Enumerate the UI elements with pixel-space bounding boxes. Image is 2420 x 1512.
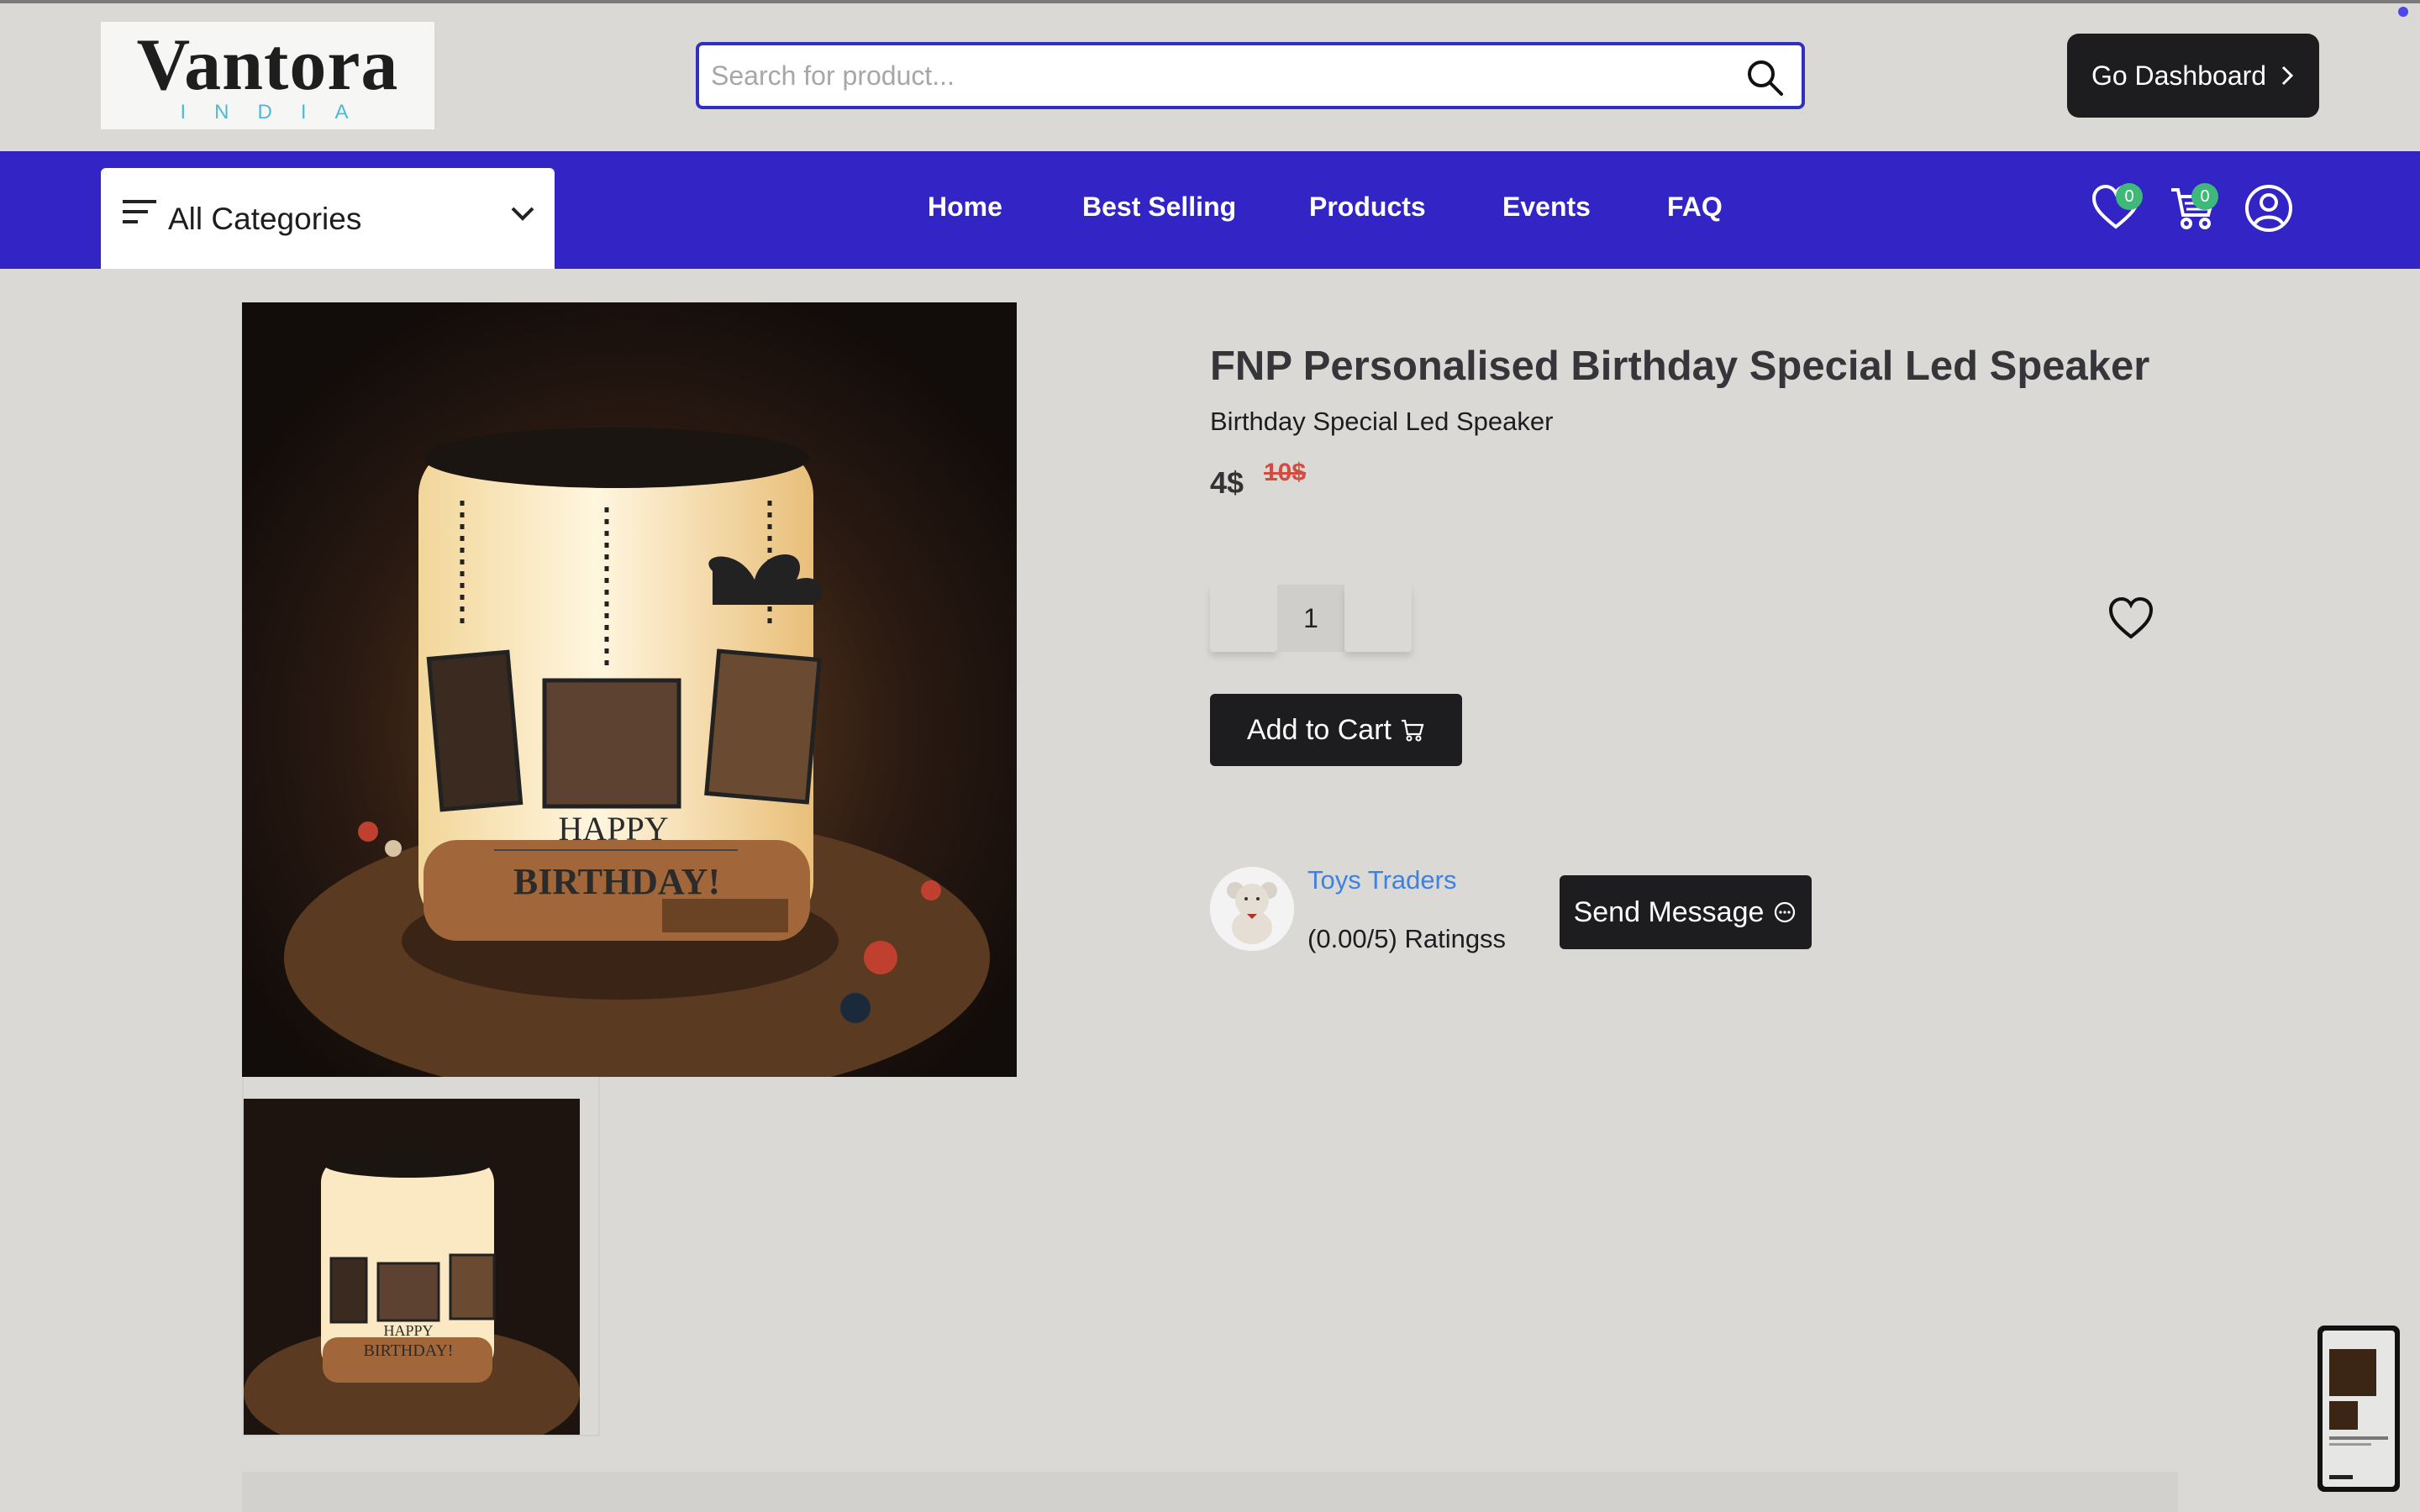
thumbnail-text-birthday: BIRTHDAY!	[364, 1341, 454, 1360]
product-title: FNP Personalised Birthday Special Led Sp…	[1210, 344, 2150, 389]
product-main-image: HAPPY BIRTHDAY!	[242, 302, 1017, 1077]
minimap-image	[2329, 1349, 2376, 1396]
product-image-text-happy: HAPPY	[558, 810, 668, 848]
led-speaker-illustration: HAPPY BIRTHDAY!	[242, 302, 1017, 1077]
send-message-button[interactable]: Send Message	[1560, 875, 1812, 949]
product-thumbnail[interactable]: HAPPY BIRTHDAY!	[244, 1099, 580, 1435]
product-original-price: 10$	[1264, 459, 1307, 486]
quantity-value: 1	[1277, 585, 1344, 652]
browser-top-line	[0, 0, 2420, 3]
send-message-label: Send Message	[1573, 895, 1765, 928]
minimap-thumbnail	[2329, 1401, 2358, 1430]
sort-menu-icon	[123, 200, 156, 223]
product-image-text-birthday: BIRTHDAY!	[513, 861, 720, 902]
cart-count-badge: 0	[2191, 183, 2218, 210]
search-input[interactable]	[711, 45, 1719, 106]
go-dashboard-label: Go Dashboard	[2091, 60, 2267, 91]
seller-avatar[interactable]	[1210, 867, 1294, 951]
nav-link-best-selling[interactable]: Best Selling	[1082, 192, 1236, 223]
seller-ratings: (0.00/5) Ratingss	[1307, 924, 1507, 953]
chat-bubble-icon	[1775, 901, 1796, 923]
go-dashboard-button[interactable]: Go Dashboard	[2067, 34, 2319, 118]
quantity-decrement-button[interactable]	[1210, 585, 1277, 652]
page-minimap-preview[interactable]	[2317, 1326, 2400, 1492]
cart-small-icon	[1401, 719, 1424, 742]
led-speaker-thumbnail-illustration: HAPPY BIRTHDAY!	[244, 1099, 580, 1435]
nav-link-home[interactable]: Home	[928, 192, 1002, 223]
search-bar	[696, 42, 1805, 109]
minimap-title-line	[2329, 1436, 2388, 1440]
seller-shop-link[interactable]: Toys Traders	[1307, 865, 1456, 895]
add-to-cart-button[interactable]: Add to Cart	[1210, 694, 1462, 766]
user-account-icon[interactable]	[2244, 183, 2294, 234]
add-to-wishlist-heart-icon[interactable]	[2107, 595, 2154, 642]
nav-link-products[interactable]: Products	[1309, 192, 1426, 223]
all-categories-label: All Categories	[168, 202, 362, 236]
brand-name: Vantora	[136, 24, 399, 106]
minimap-screen	[2323, 1331, 2395, 1487]
minimap-subtitle-line	[2329, 1443, 2371, 1446]
nav-link-events[interactable]: Events	[1502, 192, 1591, 223]
thumbnail-text-happy: HAPPY	[383, 1322, 433, 1339]
chevron-right-icon	[2282, 66, 2294, 86]
product-subtitle: Birthday Special Led Speaker	[1210, 407, 1554, 436]
nav-link-faq[interactable]: FAQ	[1667, 192, 1723, 223]
wishlist-count-badge: 0	[2116, 183, 2143, 210]
notification-dot	[2398, 7, 2408, 17]
teddy-bear-avatar-icon	[1210, 867, 1294, 951]
quantity-increment-button[interactable]	[1344, 585, 1412, 652]
add-to-cart-label: Add to Cart	[1247, 713, 1392, 746]
chevron-down-icon	[511, 207, 534, 221]
product-details-section	[242, 1472, 2178, 1512]
product-price: 4$	[1210, 465, 1244, 500]
brand-logo[interactable]: Vantora INDIA	[101, 22, 434, 129]
all-categories-dropdown[interactable]: All Categories	[101, 168, 555, 269]
minimap-button	[2329, 1475, 2353, 1479]
search-icon[interactable]	[1744, 57, 1785, 97]
